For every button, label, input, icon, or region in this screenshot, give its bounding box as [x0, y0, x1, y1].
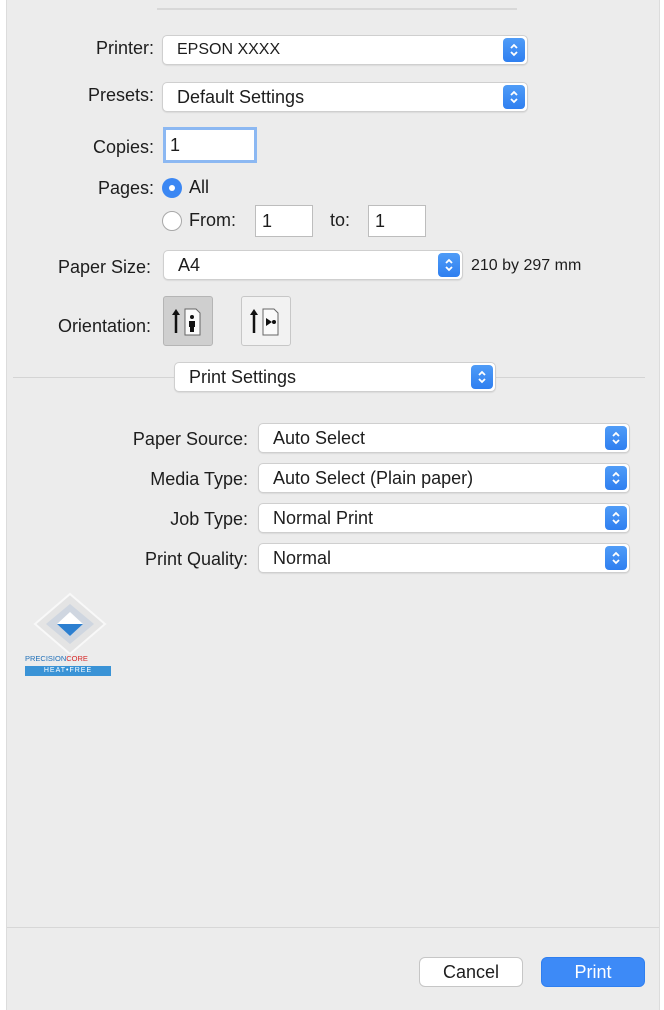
- logo-text-precision: PRECISION: [25, 654, 67, 663]
- pages-all-label: All: [189, 177, 210, 197]
- pages-to-field[interactable]: 1: [368, 205, 426, 237]
- cancel-button[interactable]: Cancel: [419, 957, 523, 987]
- printer-popup[interactable]: EPSON XXXX: [162, 35, 528, 65]
- print-quality-stepper-icon: [605, 546, 627, 570]
- printer-stepper-icon: [503, 38, 525, 62]
- section-value: Print Settings: [189, 367, 297, 387]
- paper-source-value: Auto Select: [273, 428, 366, 448]
- section-stepper-icon: [471, 365, 493, 389]
- media-type-label: Media Type:: [150, 469, 248, 489]
- job-type-value: Normal Print: [273, 508, 374, 528]
- printer-value: EPSON XXXX: [177, 41, 281, 58]
- job-type-label: Job Type:: [170, 509, 248, 529]
- print-quality-value: Normal: [273, 548, 332, 568]
- printer-label: Printer:: [95, 38, 154, 58]
- print-dialog: Printer: EPSON XXXX Presets: Default Set…: [6, 0, 660, 1010]
- landscape-orientation-button[interactable]: [241, 296, 291, 346]
- portrait-orientation-button[interactable]: [163, 296, 213, 346]
- paper-size-popup[interactable]: A4: [163, 250, 463, 280]
- job-type-popup[interactable]: Normal Print: [258, 503, 630, 533]
- print-quality-popup[interactable]: Normal: [258, 543, 630, 573]
- presets-popup[interactable]: Default Settings: [162, 82, 528, 112]
- media-type-stepper-icon: [605, 466, 627, 490]
- media-type-value: Auto Select (Plain paper): [273, 468, 474, 488]
- paper-size-value: A4: [178, 255, 201, 275]
- orientation-label: Orientation:: [57, 316, 151, 336]
- copies-label: Copies:: [92, 137, 154, 157]
- pages-from-radio[interactable]: [162, 211, 182, 231]
- paper-size-stepper-icon: [438, 253, 460, 277]
- media-type-popup[interactable]: Auto Select (Plain paper): [258, 463, 630, 493]
- pages-label: Pages:: [97, 178, 154, 198]
- presets-value: Default Settings: [177, 87, 305, 107]
- paper-size-dimensions: 210 by 297 mm: [471, 257, 582, 274]
- pages-from-label: From:: [189, 210, 236, 230]
- pages-all-radio[interactable]: [162, 178, 182, 198]
- portrait-icon: [172, 308, 201, 336]
- pages-from-field[interactable]: 1: [255, 205, 313, 237]
- copies-field[interactable]: 1: [163, 127, 257, 163]
- landscape-icon: [250, 308, 279, 336]
- print-button[interactable]: Print: [541, 957, 645, 987]
- logo-heatfree-badge: HEAT•FREE: [25, 666, 111, 676]
- presets-label: Presets:: [87, 85, 154, 105]
- top-divider: [157, 8, 517, 10]
- precisioncore-logo: PRECISIONCORE HEAT•FREE: [25, 592, 115, 690]
- job-type-stepper-icon: [605, 506, 627, 530]
- pages-to-label: to:: [330, 210, 351, 230]
- precisioncore-diamond-icon: [33, 592, 107, 654]
- paper-source-popup[interactable]: Auto Select: [258, 423, 630, 453]
- paper-size-label: Paper Size:: [57, 257, 151, 277]
- section-popup[interactable]: Print Settings: [174, 362, 496, 392]
- paper-source-stepper-icon: [605, 426, 627, 450]
- footer-divider: [7, 927, 659, 928]
- logo-text-core: CORE: [66, 654, 88, 663]
- presets-stepper-icon: [503, 85, 525, 109]
- print-quality-label: Print Quality:: [144, 549, 248, 569]
- paper-source-label: Paper Source:: [132, 429, 248, 449]
